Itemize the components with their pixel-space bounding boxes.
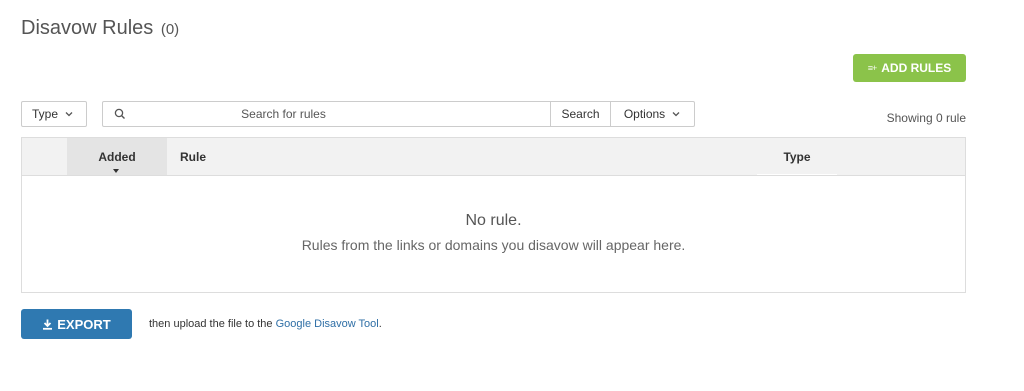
- export-note-suffix: .: [378, 318, 382, 330]
- add-rules-label: ADD RULES: [881, 61, 952, 75]
- column-header-label: Rule: [180, 150, 207, 164]
- search-button-label: Search: [561, 107, 600, 121]
- export-instructions: then upload the file to the Google Disav…: [149, 318, 382, 330]
- showing-count: Showing 0 rule: [886, 111, 966, 125]
- chevron-down-icon: [65, 112, 73, 117]
- empty-state-description: Rules from the links or domains you disa…: [301, 237, 686, 253]
- page-title: Disavow Rules (0): [21, 17, 179, 40]
- search-group: Search Options: [102, 101, 695, 127]
- export-button[interactable]: EXPORT: [21, 309, 132, 339]
- chevron-down-icon: [672, 112, 680, 117]
- search-icon: [103, 102, 137, 126]
- column-header-label: Type: [783, 150, 811, 164]
- sort-desc-icon: [113, 169, 119, 173]
- list-add-icon: ≡+: [867, 63, 877, 73]
- disavow-rules-page: Disavow Rules (0) ≡+ ADD RULES Type Sear…: [0, 0, 1024, 391]
- search-button[interactable]: Search: [550, 102, 610, 126]
- download-icon: [43, 319, 53, 330]
- options-label: Options: [623, 107, 666, 121]
- column-header-rule[interactable]: Rule: [180, 138, 206, 175]
- column-header-added[interactable]: Added: [67, 138, 167, 175]
- export-label: EXPORT: [57, 316, 111, 332]
- empty-state-title: No rule.: [465, 212, 522, 229]
- column-header-type[interactable]: Type: [757, 138, 837, 175]
- google-disavow-tool-link[interactable]: Google Disavow Tool: [276, 318, 379, 330]
- page-title-text: Disavow Rules: [21, 17, 154, 39]
- table-header: Added Rule Type: [22, 138, 965, 176]
- add-rules-button[interactable]: ≡+ ADD RULES: [853, 54, 966, 82]
- search-input[interactable]: [137, 102, 550, 126]
- type-filter-label: Type: [32, 107, 59, 121]
- options-dropdown[interactable]: Options: [610, 102, 694, 126]
- type-filter-dropdown[interactable]: Type: [21, 101, 87, 127]
- rules-table: Added Rule Type No rule. Rules from the …: [21, 137, 966, 293]
- column-header-label: Added: [98, 150, 136, 164]
- rule-count: (0): [160, 21, 180, 38]
- export-note-prefix: then upload the file to the: [149, 318, 276, 330]
